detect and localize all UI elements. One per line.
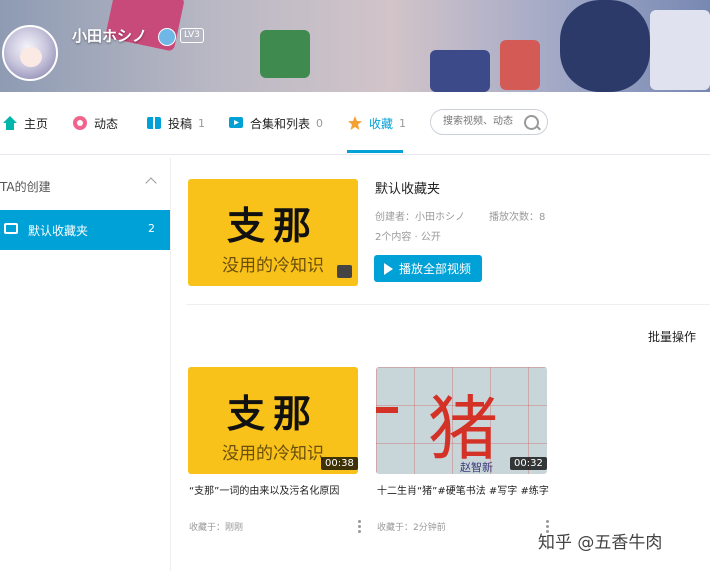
tab-collections[interactable]: 合集和列表 0	[228, 114, 323, 132]
profile-banner	[0, 0, 710, 92]
level-badge: LV3	[180, 28, 204, 43]
profile-nav: 主页 动态 投稿 1 合集和列表 0 收藏 1	[0, 92, 710, 155]
active-tab-indicator	[347, 150, 403, 153]
verified-icon	[158, 28, 176, 46]
tab-home[interactable]: 主页	[2, 114, 48, 132]
video-title[interactable]: 十二生肖“猪”#硬笔书法 #写字 #练字	[377, 484, 549, 499]
tab-count: 0	[316, 116, 324, 130]
banner-gift-decoration	[500, 40, 540, 90]
brush-stroke	[376, 407, 398, 413]
video-duration: 00:38	[321, 457, 358, 470]
folder-play-icon	[337, 265, 352, 278]
cover-title: 支那	[226, 392, 319, 436]
username[interactable]: 小田ホシノ	[72, 25, 147, 46]
folder-play-count: 播放次数：8	[489, 212, 546, 223]
collection-icon	[228, 115, 244, 131]
home-icon	[2, 115, 18, 131]
batch-operation-button[interactable]: 批量操作	[648, 328, 696, 345]
tab-label: 主页	[24, 116, 49, 131]
calligraphy-signature: 赵智新	[460, 461, 493, 474]
tab-label: 收藏	[369, 116, 394, 131]
video-fav-time: 收藏于：刚刚	[189, 523, 244, 533]
sidebar-item-label: 默认收藏夹	[28, 224, 89, 238]
play-all-button[interactable]: 播放全部视频	[374, 255, 482, 282]
video-duration: 00:32	[510, 457, 547, 470]
zhihu-watermark: 知乎 @五香牛肉	[538, 533, 663, 553]
play-icon	[384, 262, 393, 275]
sidebar-item-default-folder[interactable]: 默认收藏夹 2	[0, 210, 170, 250]
tab-favorites[interactable]: 收藏 1	[347, 114, 406, 132]
chevron-up-icon[interactable]	[145, 177, 157, 189]
search-box[interactable]	[430, 109, 548, 135]
sidebar-section-title[interactable]: TA的创建	[0, 178, 51, 195]
tab-count: 1	[198, 116, 206, 130]
user-avatar[interactable]	[2, 25, 58, 81]
upload-icon	[146, 115, 162, 131]
tab-label: 投稿	[168, 116, 193, 131]
folder-contents: 2个内容 · 公开	[375, 232, 441, 243]
divider	[187, 304, 710, 305]
folder-name: 默认收藏夹	[375, 182, 441, 197]
tab-uploads[interactable]: 投稿 1	[146, 114, 205, 132]
cover-title: 支那	[226, 204, 319, 248]
play-all-label: 播放全部视频	[399, 262, 472, 276]
tab-label: 动态	[94, 116, 119, 131]
search-input[interactable]	[441, 115, 527, 128]
folder-cover[interactable]: 支那 没用的冷知识	[188, 179, 358, 286]
banner-character-decoration	[650, 10, 710, 90]
more-options-icon[interactable]	[358, 520, 361, 534]
favorite-star-icon	[347, 115, 363, 131]
folder-creator: 创建者：小田ホシノ	[375, 212, 465, 223]
banner-gift-decoration	[430, 50, 490, 92]
video-title[interactable]: “支那”一词的由来以及污名化原因	[189, 484, 359, 499]
cover-subtitle: 没用的冷知识	[222, 256, 324, 276]
folder-icon	[4, 223, 18, 234]
video-fav-time: 收藏于：2分钟前	[377, 523, 446, 533]
search-icon[interactable]	[524, 115, 539, 130]
tab-dynamic[interactable]: 动态	[72, 114, 118, 132]
avatar-face	[20, 47, 42, 67]
favorites-sidebar: TA的创建 默认收藏夹 2	[0, 158, 171, 571]
dynamic-icon	[72, 115, 88, 131]
banner-gift-decoration	[260, 30, 310, 78]
tab-label: 合集和列表	[250, 116, 311, 131]
sidebar-item-count: 2	[148, 222, 155, 235]
tab-count: 1	[399, 116, 407, 130]
banner-character-decoration	[560, 0, 650, 92]
